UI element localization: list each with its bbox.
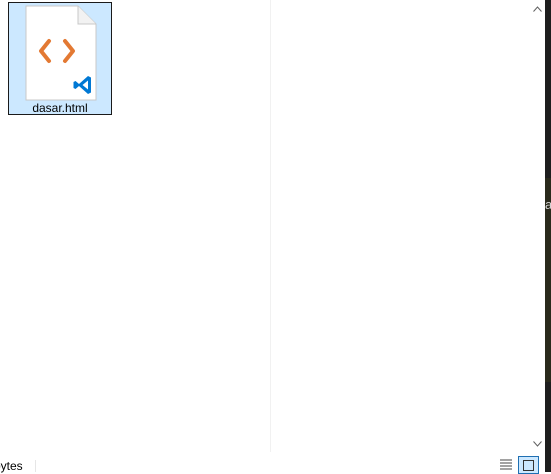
chevron-down-icon	[533, 440, 542, 447]
vertical-scrollbar[interactable]	[530, 0, 545, 452]
background-window-edge	[545, 0, 551, 472]
details-view-icon	[500, 459, 512, 470]
file-item-dasar-html[interactable]: dasar.html	[8, 2, 112, 115]
background-window-text: a	[545, 198, 551, 212]
file-list-pane: dasar.html	[0, 0, 530, 452]
file-name-label: dasar.html	[32, 101, 88, 115]
details-view-button[interactable]	[498, 457, 514, 472]
scroll-up-button[interactable]	[530, 0, 545, 17]
status-separator	[35, 460, 36, 472]
vscode-html-file-icon	[25, 5, 97, 101]
status-selection-size: bytes	[0, 459, 23, 473]
large-icons-view-button[interactable]	[518, 456, 539, 474]
column-divider	[270, 0, 271, 452]
chevron-up-icon	[533, 5, 542, 12]
scroll-down-button[interactable]	[530, 435, 545, 452]
status-bar: bytes	[0, 452, 545, 474]
large-icons-view-icon	[523, 459, 534, 471]
